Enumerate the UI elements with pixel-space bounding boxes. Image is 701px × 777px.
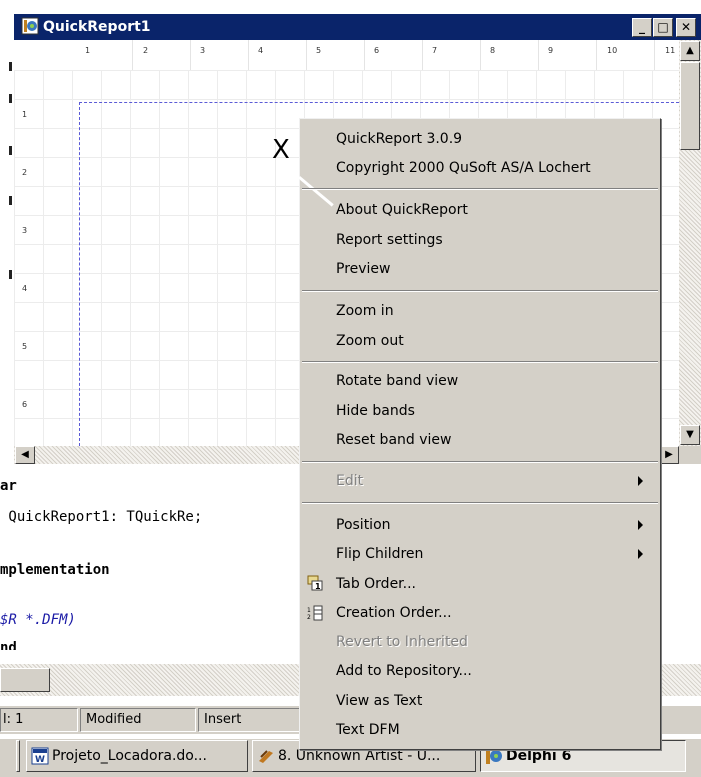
- menu-item-flip-children[interactable]: Flip Children: [336, 545, 423, 563]
- vertical-ruler-label: 4: [22, 284, 28, 293]
- svg-text:2: 2: [307, 614, 311, 621]
- svg-text:W: W: [35, 755, 45, 765]
- left-edge-mark: [9, 270, 12, 279]
- ruler-tick-label: 2: [143, 46, 149, 55]
- menu-item-tab-order[interactable]: Tab Order...: [336, 575, 416, 593]
- ruler-tick-label: 1: [85, 46, 91, 55]
- submenu-arrow-icon: [638, 549, 643, 559]
- ruler-tick-label: 3: [200, 46, 206, 55]
- menu-item-report-settings[interactable]: Report settings: [336, 231, 443, 249]
- menu-item-copyright[interactable]: Copyright 2000 QuSoft AS/A Lochert: [336, 159, 591, 177]
- ruler-tick-label: 11: [665, 46, 676, 55]
- page-margin-top: [79, 102, 679, 103]
- window-title: QuickReport1: [43, 19, 151, 35]
- menu-item-view-as-text[interactable]: View as Text: [336, 692, 422, 710]
- ruler-tick-label: 7: [432, 46, 438, 55]
- vertical-ruler-label: 6: [22, 400, 28, 409]
- menu-item-reset-band-view[interactable]: Reset band view: [336, 431, 451, 449]
- menu-separator: [302, 188, 658, 190]
- status-cursor-position: l: 1: [0, 708, 78, 732]
- menu-item-revert-to-inherited[interactable]: Revert to Inherited: [336, 633, 468, 651]
- code-comment: $R *.DFM): [0, 612, 76, 628]
- code-line: QuickReport1: TQuickRe;: [0, 509, 203, 525]
- menu-item-about[interactable]: About QuickReport: [336, 201, 468, 219]
- left-edge-mark: [9, 146, 12, 155]
- status-modified: Modified: [80, 708, 196, 732]
- size-grip[interactable]: [679, 446, 701, 464]
- svg-text:1: 1: [307, 607, 311, 614]
- delphi-form-icon: [21, 17, 39, 35]
- code-line: mplementation: [0, 562, 110, 578]
- scroll-up-button[interactable]: ▲: [680, 41, 700, 61]
- menu-item-version[interactable]: QuickReport 3.0.9: [336, 130, 462, 148]
- menu-item-zoom-in[interactable]: Zoom in: [336, 302, 394, 320]
- submenu-arrow-icon: [638, 476, 643, 486]
- maximize-button[interactable]: □: [653, 18, 673, 37]
- svg-text:1: 1: [315, 582, 321, 591]
- menu-item-text-dfm[interactable]: Text DFM: [336, 721, 400, 739]
- ruler-tick-label: 10: [607, 46, 618, 55]
- menu-item-rotate-band-view[interactable]: Rotate band view: [336, 372, 458, 390]
- vertical-ruler-label: 3: [22, 226, 28, 235]
- menu-item-zoom-out[interactable]: Zoom out: [336, 332, 404, 350]
- ruler-tick-label: 9: [548, 46, 554, 55]
- tab-order-icon: 1: [307, 575, 323, 591]
- menu-item-preview[interactable]: Preview: [336, 260, 391, 278]
- taskbar-edge: [16, 740, 20, 772]
- menu-item-position[interactable]: Position: [336, 516, 391, 534]
- menu-item-edit[interactable]: Edit: [336, 472, 363, 490]
- minimize-button[interactable]: _: [632, 18, 652, 37]
- cursor-marker: X: [272, 135, 290, 165]
- vertical-scroll-thumb[interactable]: [680, 62, 700, 150]
- vertical-ruler-label: 2: [22, 168, 28, 177]
- ruler-tick-label: 5: [316, 46, 322, 55]
- menu-separator: [302, 361, 658, 363]
- taskbar-item-label: Delphi 6: [506, 748, 572, 764]
- close-button[interactable]: ✕: [676, 18, 696, 37]
- status-insert-mode: Insert: [198, 708, 308, 732]
- vertical-ruler-label: 5: [22, 342, 28, 351]
- media-player-icon: [259, 750, 273, 763]
- scroll-right-button[interactable]: ▶: [659, 446, 679, 464]
- left-edge-mark: [9, 62, 12, 71]
- submenu-arrow-icon: [638, 520, 643, 530]
- menu-item-creation-order[interactable]: Creation Order...: [336, 604, 452, 622]
- taskbar-item-label: 8. Unknown Artist - U...: [278, 748, 441, 764]
- taskbar-item-label: Projeto_Locadora.do...: [52, 748, 207, 764]
- left-edge-mark: [9, 94, 12, 103]
- menu-separator: [302, 290, 658, 292]
- vertical-ruler-label: 1: [22, 110, 28, 119]
- menu-item-hide-bands[interactable]: Hide bands: [336, 402, 415, 420]
- editor-scroll-thumb[interactable]: [0, 668, 50, 692]
- taskbar-item-word-document[interactable]: W Projeto_Locadora.do...: [26, 740, 248, 772]
- code-line: ar: [0, 478, 17, 494]
- word-document-icon: W: [31, 747, 49, 765]
- creation-order-icon: 1 2: [307, 605, 323, 621]
- ruler-tick-label: 8: [490, 46, 496, 55]
- page-margin-left: [79, 102, 80, 446]
- menu-separator: [302, 502, 658, 504]
- left-edge-strip: [0, 0, 14, 776]
- ruler-tick-label: 6: [374, 46, 380, 55]
- scroll-left-button[interactable]: ◀: [15, 446, 35, 464]
- horizontal-ruler: [75, 40, 679, 71]
- ruler-tick-label: 4: [258, 46, 264, 55]
- left-edge-mark: [9, 196, 12, 205]
- scroll-down-button[interactable]: ▼: [680, 425, 700, 445]
- menu-item-add-to-repository[interactable]: Add to Repository...: [336, 662, 472, 680]
- code-line: nd: [0, 640, 17, 650]
- menu-separator: [302, 461, 658, 463]
